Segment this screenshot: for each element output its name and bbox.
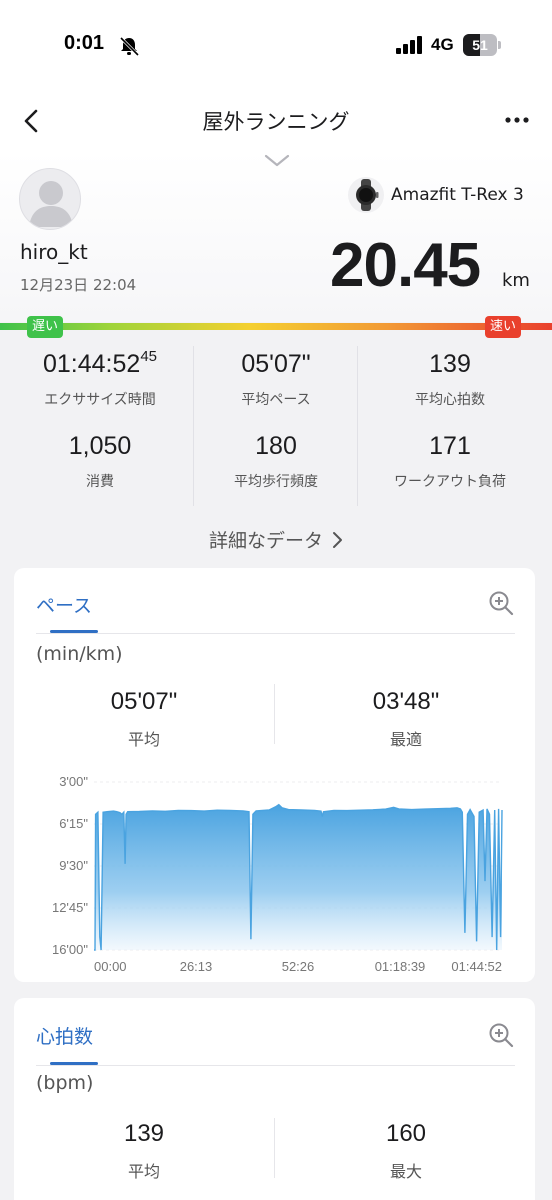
heart-rate-max: 160 最大 bbox=[306, 1120, 506, 1182]
x-tick-label: 00:00 bbox=[94, 959, 127, 974]
network-type: 4G bbox=[431, 35, 454, 54]
stat-divider bbox=[357, 346, 358, 506]
device-name: Amazfit T-Rex 3 bbox=[391, 185, 524, 205]
y-tick-label: 12'45" bbox=[52, 900, 88, 915]
x-tick-label: 52:26 bbox=[282, 959, 315, 974]
y-tick-label: 9'30" bbox=[59, 858, 88, 873]
metric-divider bbox=[274, 1118, 275, 1178]
username: hiro_kt bbox=[20, 240, 88, 264]
pace-unit: (min/km) bbox=[36, 643, 123, 665]
heart-rate-average: 139 平均 bbox=[44, 1120, 244, 1182]
nav-bar: 屋外ランニング bbox=[0, 90, 552, 152]
watch-icon bbox=[348, 177, 384, 213]
pace-chart[interactable]: 3'00" 6'15" 9'30" 12'45" 16'00" 00:00 26:13 52… bbox=[14, 768, 535, 982]
stat-avg-heart-rate: 139 平均心拍数 bbox=[360, 348, 540, 409]
stat-avg-cadence: 180 平均歩行頻度 bbox=[186, 430, 366, 491]
heart-rate-card: 心拍数 (bpm) 139 平均 160 最大 bbox=[14, 998, 535, 1200]
pace-best-label: 最適 bbox=[389, 730, 422, 749]
chevron-down-icon[interactable] bbox=[264, 154, 290, 168]
stat-label: 平均歩行頻度 bbox=[234, 474, 318, 490]
heart-rate-average-label: 平均 bbox=[127, 1162, 160, 1181]
stat-avg-pace: 05'07" 平均ペース bbox=[186, 348, 366, 409]
heart-rate-average-value: 139 bbox=[123, 1120, 165, 1147]
battery-icon: 51 bbox=[463, 34, 501, 56]
status-time: 0:01 bbox=[64, 32, 105, 54]
detailed-data-label: 詳細なデータ bbox=[208, 530, 323, 552]
heart-rate-max-value: 160 bbox=[385, 1120, 427, 1147]
x-tick-label: 01:44:52 bbox=[451, 959, 502, 974]
card-divider bbox=[36, 633, 515, 634]
metric-divider bbox=[274, 684, 275, 744]
stat-label: ワークアウト負荷 bbox=[394, 474, 506, 490]
heart-rate-unit: (bpm) bbox=[36, 1072, 94, 1094]
stat-value: 05'07" bbox=[241, 350, 311, 378]
y-axis: 3'00" 6'15" 9'30" 12'45" 16'00" bbox=[52, 774, 88, 957]
stat-workout-load: 171 ワークアウト負荷 bbox=[360, 430, 540, 491]
workout-summary: hiro_kt 12月23日 22:04 Amazfit T-Rex 3 20.… bbox=[0, 152, 552, 322]
speed-fast-label: 速い bbox=[485, 316, 522, 338]
stat-divider bbox=[193, 346, 194, 506]
stat-value-fraction: 45 bbox=[140, 348, 157, 365]
stat-label: エクササイズ時間 bbox=[44, 392, 156, 408]
pace-area bbox=[94, 804, 502, 950]
pace-card-title[interactable]: ペース bbox=[36, 591, 92, 618]
x-tick-label: 01:18:39 bbox=[375, 959, 426, 974]
chevron-right-icon bbox=[333, 532, 342, 548]
workout-date: 12月23日 22:04 bbox=[20, 276, 137, 294]
stat-value: 180 bbox=[255, 432, 297, 460]
pace-card: ペース (min/km) 05'07" 平均 03'48" 最適 3'00" 6'… bbox=[14, 568, 535, 982]
stat-value: 1,050 bbox=[68, 432, 132, 460]
heart-rate-max-label: 最大 bbox=[389, 1162, 422, 1181]
pace-best-value: 03'48" bbox=[372, 688, 440, 715]
chart-area-layer bbox=[94, 803, 503, 951]
stat-label: 平均心拍数 bbox=[415, 392, 485, 408]
status-bar: 0:01 4G 51 bbox=[0, 0, 552, 90]
zoom-in-icon[interactable] bbox=[488, 590, 514, 616]
more-icon[interactable] bbox=[502, 110, 532, 130]
pace-average-label: 平均 bbox=[127, 730, 160, 749]
pace-average: 05'07" 平均 bbox=[44, 688, 244, 750]
page-title: 屋外ランニング bbox=[202, 110, 350, 134]
x-axis: 00:00 26:13 52:26 01:18:39 01:44:52 bbox=[94, 959, 502, 974]
zoom-in-icon[interactable] bbox=[488, 1022, 514, 1048]
speed-slow-label: 遅い bbox=[27, 316, 64, 338]
battery-level: 51 bbox=[472, 37, 488, 53]
stat-label: 平均ペース bbox=[241, 392, 311, 408]
x-tick-label: 26:13 bbox=[180, 959, 213, 974]
y-tick-label: 16'00" bbox=[52, 942, 88, 957]
distance-value: 20.45 bbox=[330, 231, 481, 300]
stat-label: 消費 bbox=[86, 474, 114, 490]
stat-exercise-time: 01:44:5245 エクササイズ時間 bbox=[10, 348, 190, 409]
detailed-data-link[interactable]: 詳細なデータ bbox=[0, 526, 552, 553]
distance-unit: km bbox=[502, 270, 530, 291]
heart-rate-card-title[interactable]: 心拍数 bbox=[36, 1022, 93, 1049]
y-tick-label: 6'15" bbox=[59, 816, 88, 831]
y-tick-label: 3'00" bbox=[59, 774, 88, 789]
stats-grid: 01:44:5245 エクササイズ時間 05'07" 平均ペース 139 平均心… bbox=[0, 338, 552, 508]
stat-calories: 1,050 消費 bbox=[10, 430, 190, 491]
avatar[interactable] bbox=[19, 168, 81, 230]
person-icon bbox=[29, 181, 73, 227]
stat-value: 139 bbox=[429, 350, 471, 378]
pace-average-value: 05'07" bbox=[110, 688, 178, 715]
pace-best: 03'48" 最適 bbox=[306, 688, 506, 750]
stat-value: 01:44:52 bbox=[42, 350, 141, 378]
bell-slash-icon bbox=[119, 36, 140, 56]
stat-value: 171 bbox=[429, 432, 471, 460]
signal-icon bbox=[396, 36, 422, 54]
card-divider bbox=[36, 1065, 515, 1066]
speed-gradient-bar bbox=[0, 323, 552, 330]
